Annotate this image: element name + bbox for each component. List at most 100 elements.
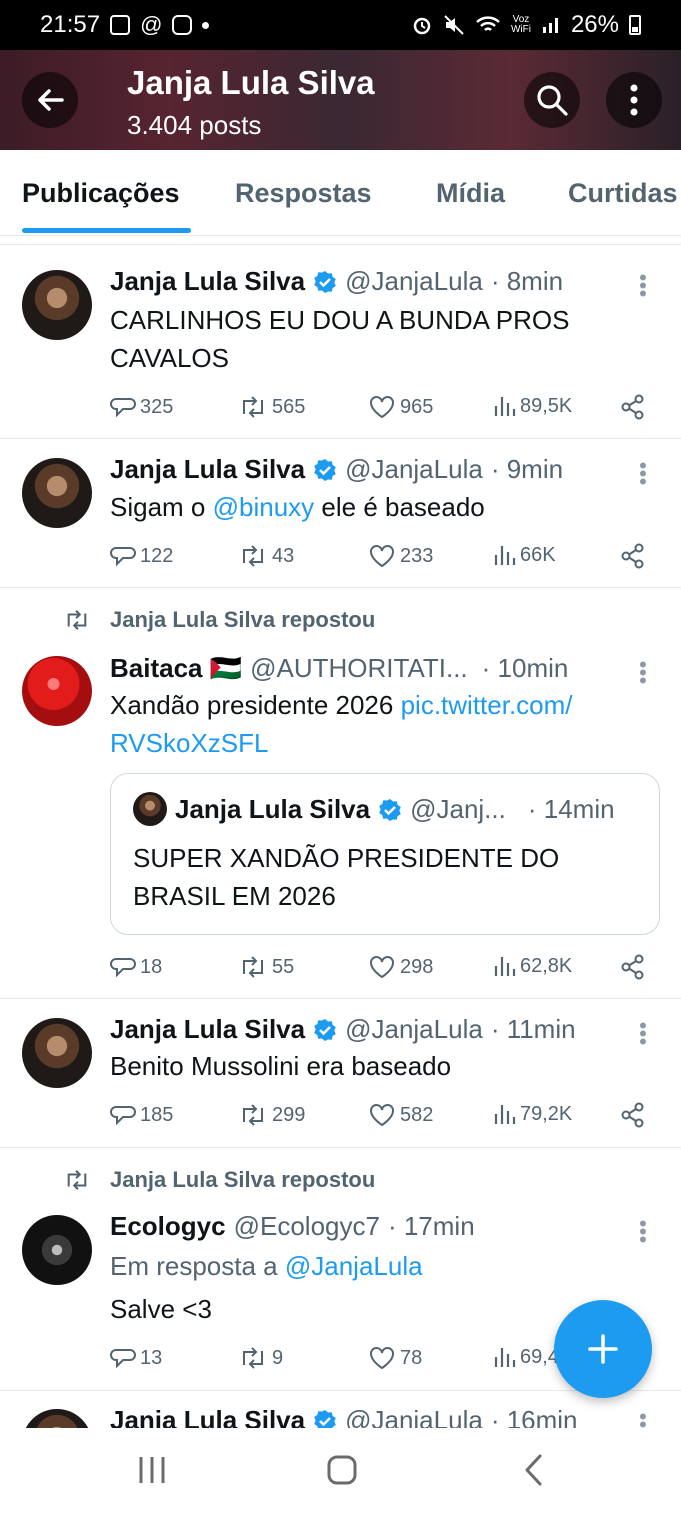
views-button[interactable]: 79,2K (492, 1102, 572, 1126)
like-button[interactable]: 233 (368, 543, 433, 569)
reply-button[interactable]: 13 (110, 1345, 162, 1371)
repost-indicator: Janja Lula Silva repostou (62, 607, 375, 633)
tab-midia[interactable]: Mídia (436, 178, 505, 209)
like-button[interactable]: 582 (368, 1102, 433, 1128)
more-options-button[interactable] (606, 72, 662, 128)
recent-apps-icon[interactable] (136, 1453, 168, 1487)
views-button[interactable]: 89,5K (492, 394, 572, 418)
views-button[interactable]: 66K (492, 543, 556, 567)
avatar[interactable] (22, 270, 92, 340)
author-handle[interactable]: @AUTHORITATI... (250, 653, 468, 684)
author-name[interactable]: Janja Lula Silva (110, 454, 305, 485)
author-name[interactable]: Ecologyc (110, 1211, 226, 1242)
post-more-icon[interactable]: ••• (638, 654, 648, 692)
share-button[interactable] (620, 954, 646, 980)
post-text: Benito Mussolini era baseado (110, 1051, 452, 1081)
repost-icon (243, 396, 263, 418)
post-more-icon[interactable]: ••• (638, 455, 648, 493)
tab-respostas[interactable]: Respostas (235, 178, 372, 209)
repost-count: 565 (272, 395, 306, 418)
tab-publicacoes[interactable]: Publicações (22, 178, 180, 209)
post-text-line: SUPER XANDÃO PRESIDENTE DO (133, 843, 560, 873)
reply-button[interactable]: 122 (110, 543, 173, 569)
reply-count: 122 (140, 544, 174, 567)
reply-button[interactable]: 325 (110, 394, 173, 420)
profile-name: Janja Lula Silva (127, 64, 375, 101)
avatar[interactable] (22, 1409, 92, 1428)
search-button[interactable] (524, 72, 580, 128)
repost-label[interactable]: Janja Lula Silva repostou (110, 607, 375, 633)
compose-button[interactable] (554, 1300, 652, 1398)
repost-label[interactable]: Janja Lula Silva repostou (110, 1167, 375, 1193)
repost-button[interactable]: 565 (238, 394, 305, 420)
media-link[interactable]: pic.twitter.com/ (401, 690, 573, 720)
post-actions: 18 55 298 62,8K (110, 954, 660, 984)
share-button[interactable] (620, 394, 646, 420)
signal-icon (542, 18, 558, 33)
repost-button[interactable]: 43 (238, 543, 294, 569)
like-button[interactable]: 965 (368, 394, 433, 420)
tab-curtidas[interactable]: Curtidas (568, 178, 678, 209)
share-button[interactable] (620, 1102, 646, 1128)
author-handle[interactable]: @JanjaLula (345, 1014, 483, 1045)
like-button[interactable]: 78 (368, 1345, 422, 1371)
post-more-icon[interactable]: ••• (638, 267, 648, 305)
plus-icon (588, 1334, 618, 1364)
back-button[interactable] (22, 72, 78, 128)
more-vertical-icon (630, 84, 638, 116)
post-header: Ecologyc @Ecologyc7 · 17min (110, 1211, 475, 1242)
back-nav-icon[interactable] (520, 1453, 548, 1487)
share-button[interactable] (620, 543, 646, 569)
quoted-post[interactable]: Janja Lula Silva @Janj... · 14min SUPER … (110, 773, 660, 935)
views-count: 79,2K (520, 1102, 573, 1125)
views-icon (494, 957, 516, 976)
profile-header: Janja Lula Silva 3.404 posts (0, 50, 681, 150)
author-name[interactable]: Baitaca 🇵🇸 (110, 653, 242, 684)
author-handle[interactable]: @Ecologyc7 (234, 1211, 380, 1242)
author-handle[interactable]: @JanjaLula (345, 454, 483, 485)
post-more-icon[interactable]: ••• (638, 1015, 648, 1053)
repost-button[interactable]: 9 (238, 1345, 283, 1371)
quoted-post-text: SUPER XANDÃO PRESIDENTE DO BRASIL EM 202… (133, 839, 559, 915)
reply-count: 325 (140, 395, 174, 418)
mention-link[interactable]: @binuxy (213, 492, 315, 522)
author-name[interactable]: Janja Lula Silva (110, 1014, 305, 1045)
battery-percent: 26% (570, 11, 619, 38)
avatar[interactable] (22, 458, 92, 528)
author-name[interactable]: Janja Lula Silva (110, 1405, 305, 1428)
reply-context-label: Em resposta a (110, 1251, 285, 1281)
mention-link[interactable]: @JanjaLula (285, 1251, 423, 1281)
like-count: 298 (400, 955, 434, 978)
avatar[interactable] (22, 656, 92, 726)
post-more-icon[interactable]: ••• (638, 1406, 648, 1429)
media-link[interactable]: RVSkoXzSFL (110, 728, 268, 758)
repost-icon (243, 1104, 263, 1126)
reply-count: 18 (140, 955, 163, 978)
author-handle[interactable]: @JanjaLula (345, 1405, 483, 1428)
search-icon (537, 85, 568, 116)
mute-icon (444, 15, 464, 35)
author-name[interactable]: Janja Lula Silva (110, 266, 305, 297)
repost-button[interactable]: 55 (238, 954, 294, 980)
home-icon[interactable] (326, 1453, 358, 1487)
system-nav-bar (0, 1428, 681, 1513)
alarm-icon (413, 17, 431, 35)
repost-icon (243, 1347, 263, 1369)
views-icon (494, 1105, 516, 1124)
divider (0, 1147, 681, 1148)
reply-button[interactable]: 18 (110, 954, 162, 980)
post-more-icon[interactable]: ••• (638, 1213, 648, 1251)
heart-icon (370, 545, 394, 568)
views-button[interactable]: 69,4 (492, 1345, 559, 1369)
post[interactable]: Janja Lula Silva @JanjaLula · 16min ••• (0, 1391, 681, 1428)
share-icon (621, 954, 644, 980)
repost-icon (67, 1170, 87, 1190)
reply-button[interactable]: 185 (110, 1102, 173, 1128)
like-button[interactable]: 298 (368, 954, 433, 980)
views-button[interactable]: 62,8K (492, 954, 572, 978)
avatar[interactable] (22, 1215, 92, 1285)
repost-button[interactable]: 299 (238, 1102, 305, 1128)
avatar[interactable] (22, 1018, 92, 1088)
reply-icon (110, 958, 136, 978)
author-handle[interactable]: @JanjaLula (345, 266, 483, 297)
